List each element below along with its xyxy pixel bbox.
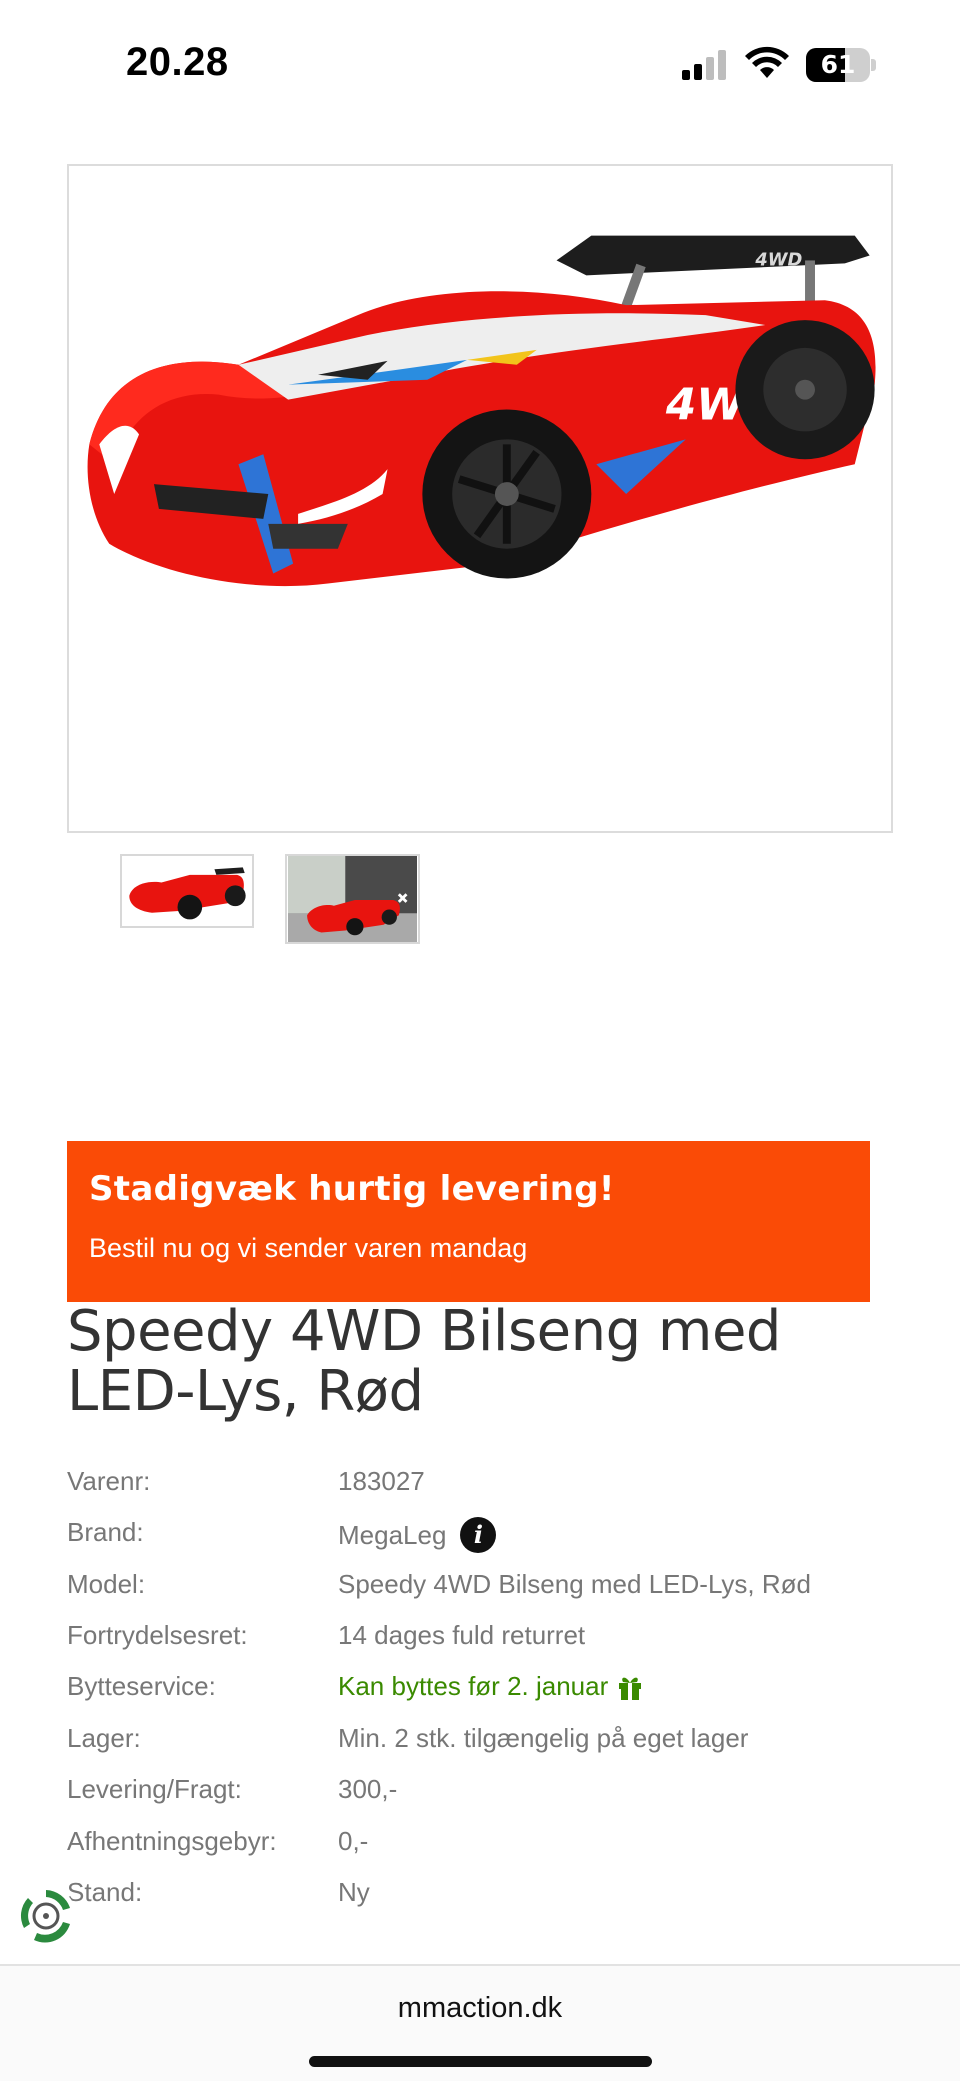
spec-value: 0,- <box>338 1826 369 1856</box>
cellular-signal-icon <box>682 50 726 80</box>
product-main-image[interactable]: 4WD 4WD <box>67 164 893 833</box>
thumbnail-car-image <box>123 856 251 926</box>
delivery-banner: Stadigvæk hurtig levering! Bestil nu og … <box>67 1141 870 1302</box>
spec-row-levering: Levering/Fragt: 300,- <box>67 1774 897 1814</box>
spec-label: Brand: <box>67 1517 144 1547</box>
spec-value: Ny <box>338 1877 370 1907</box>
spec-row-bytteservice: Bytteservice: Kan byttes før 2. januar <box>67 1671 897 1711</box>
spec-value: Min. 2 stk. tilgængelig på eget lager <box>338 1723 749 1753</box>
home-indicator[interactable] <box>309 2056 652 2067</box>
spec-row-brand: Brand: MegaLeg i <box>67 1517 897 1557</box>
spec-label: Lager: <box>67 1723 141 1753</box>
recycle-badge-icon[interactable] <box>14 1884 78 1948</box>
spec-row-afhentningsgebyr: Afhentningsgebyr: 0,- <box>67 1826 897 1866</box>
spec-label: Fortrydelsesret: <box>67 1620 248 1650</box>
spec-value: 183027 <box>338 1466 425 1496</box>
thumbnail-1[interactable] <box>120 854 254 928</box>
status-time: 20.28 <box>126 40 229 84</box>
browser-address-bar[interactable]: mmaction.dk <box>0 1964 960 2081</box>
spec-row-stand: Stand: Ny <box>67 1877 897 1917</box>
spec-label: Levering/Fragt: <box>67 1774 242 1804</box>
exchange-link[interactable]: Kan byttes før 2. januar <box>338 1671 608 1702</box>
gift-icon <box>619 1677 642 1700</box>
battery-percentage: 61 <box>820 50 856 79</box>
product-title: Speedy 4WD Bilseng med LED-Lys, Rød <box>67 1299 781 1424</box>
wifi-icon <box>745 46 789 78</box>
thumbnail-2[interactable] <box>285 854 420 944</box>
brand-link[interactable]: MegaLeg <box>338 1520 446 1551</box>
spec-label: Model: <box>67 1569 146 1599</box>
spec-value: 300,- <box>338 1774 398 1804</box>
status-bar: 20.28 61 <box>0 0 960 120</box>
spec-label: Afhentningsgebyr: <box>67 1826 277 1856</box>
spec-label: Stand: <box>67 1877 143 1907</box>
banner-title: Stadigvæk hurtig levering! <box>89 1169 615 1209</box>
url-text[interactable]: mmaction.dk <box>0 1992 960 2025</box>
spec-row-lager: Lager: Min. 2 stk. tilgængelig på eget l… <box>67 1723 897 1763</box>
race-car-bed-image: 4WD 4WD <box>87 235 876 587</box>
spec-value: MegaLeg i <box>338 1517 497 1553</box>
svg-text:4WD: 4WD <box>754 249 802 270</box>
spec-row-fortrydelsesret: Fortrydelsesret: 14 dages fuld returret <box>67 1620 897 1660</box>
spec-label: Varenr: <box>67 1466 151 1496</box>
spec-value: 14 dages fuld returret <box>338 1620 586 1650</box>
info-icon[interactable]: i <box>460 1517 497 1553</box>
battery-icon: 61 <box>806 48 876 82</box>
spec-label: Bytteservice: <box>67 1671 216 1701</box>
thumbnail-room-image <box>288 856 417 942</box>
banner-subtitle: Bestil nu og vi sender varen mandag <box>89 1233 528 1263</box>
spec-row-model: Model: Speedy 4WD Bilseng med LED-Lys, R… <box>67 1569 897 1609</box>
spec-value: Speedy 4WD Bilseng med LED-Lys, Rød <box>338 1569 812 1599</box>
spec-row-varenr: Varenr: 183027 <box>67 1466 897 1506</box>
spec-value: Kan byttes før 2. januar <box>338 1671 644 1702</box>
